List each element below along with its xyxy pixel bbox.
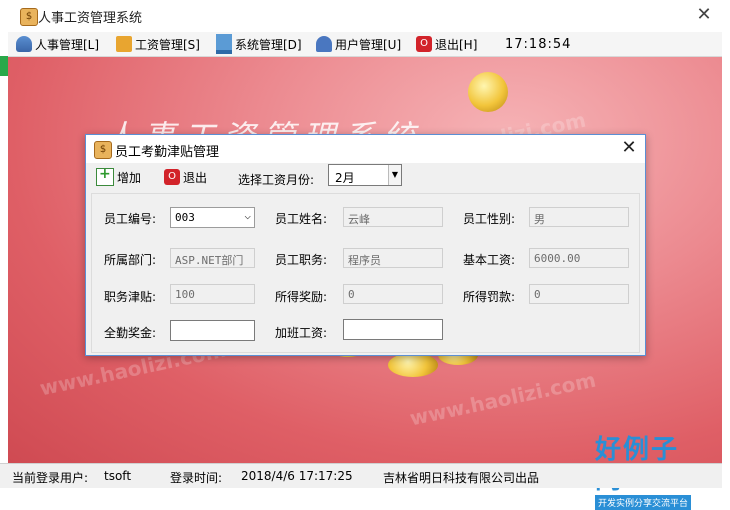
menu-personnel-label: 人事管理[L]: [35, 37, 100, 52]
exit-icon: O: [416, 36, 432, 52]
attendance-allowance-dialog: $ 员工考勤津贴管理 ✕ 增加 O 退出 选择工资月份: 2月 ▼ 员工编号: …: [85, 134, 646, 356]
dropdown-arrow-icon[interactable]: ▼: [388, 165, 401, 185]
status-company: 吉林省明日科技有限公司出品: [383, 471, 540, 485]
month-label: 选择工资月份:: [238, 173, 315, 187]
emp-no-label: 员工编号:: [104, 212, 157, 226]
overtime-input[interactable]: [343, 319, 443, 340]
menu-exit-label: 退出[H]: [435, 37, 478, 52]
right-window-edge: [722, 0, 730, 495]
menu-salary[interactable]: 工资管理[S]: [116, 35, 200, 53]
employee-info-panel: 员工编号: 003 ⌵ 员工姓名: 云峰 员工性别: 男 所属部门: ASP.N…: [91, 193, 640, 353]
exit-icon: O: [164, 169, 180, 185]
dialog-title-bar: $ 员工考勤津贴管理 ✕: [86, 135, 645, 163]
main-title-bar: $ 人事工资管理系统 ✕: [8, 0, 722, 33]
name-label: 员工姓名:: [275, 212, 328, 226]
app-title: 人事工资管理系统: [38, 11, 143, 26]
add-icon: [96, 166, 114, 186]
personnel-icon: [16, 36, 32, 52]
menu-exit[interactable]: O 退出[H]: [416, 35, 477, 53]
add-button[interactable]: 增加: [96, 166, 142, 187]
attendance-bonus-label: 全勤奖金:: [104, 326, 157, 340]
overtime-label: 加班工资:: [275, 326, 328, 340]
add-button-label: 增加: [117, 170, 142, 185]
position-field[interactable]: 程序员: [343, 248, 443, 268]
dept-label: 所属部门:: [104, 253, 157, 267]
system-icon: [216, 34, 232, 54]
dialog-app-icon: $: [94, 141, 112, 159]
dept-field[interactable]: ASP.NET部门: [170, 248, 255, 268]
menu-bar: 人事管理[L] 工资管理[S] 系统管理[D] 用户管理[U] O 退出[H] …: [8, 32, 722, 57]
status-user-value: tsoft: [104, 469, 132, 483]
position-label: 员工职务:: [275, 253, 328, 267]
bonus-field[interactable]: 0: [343, 284, 443, 304]
menu-system[interactable]: 系统管理[D]: [216, 34, 302, 54]
month-select-value: 2月: [335, 171, 355, 185]
gender-field[interactable]: 男: [529, 207, 629, 227]
exit-button-label: 退出: [183, 170, 208, 185]
emp-no-value: 003: [175, 211, 195, 224]
menu-salary-label: 工资管理[S]: [135, 37, 200, 52]
allowance-field[interactable]: 100: [170, 284, 255, 304]
user-icon: [316, 36, 332, 52]
coin-decoration: [468, 72, 508, 112]
chevron-down-icon: ⌵: [244, 209, 251, 222]
exit-button[interactable]: O 退出: [164, 167, 207, 187]
penalty-field[interactable]: 0: [529, 284, 629, 304]
emp-no-select[interactable]: 003 ⌵: [170, 207, 255, 228]
clock: 17:18:54: [505, 37, 572, 52]
base-salary-field[interactable]: 6000.00: [529, 248, 629, 268]
month-select[interactable]: 2月 ▼: [328, 164, 402, 186]
left-green-marker: [0, 56, 8, 76]
menu-user-label: 用户管理[U]: [335, 37, 402, 52]
status-user-label: 当前登录用户:: [12, 471, 89, 485]
menu-personnel[interactable]: 人事管理[L]: [16, 35, 99, 53]
gender-label: 员工性别:: [463, 212, 516, 226]
main-close-button[interactable]: ✕: [692, 4, 716, 26]
menu-system-label: 系统管理[D]: [235, 37, 302, 52]
status-time-label: 登录时间:: [170, 471, 223, 485]
app-icon: $: [20, 8, 38, 26]
allowance-label: 职务津贴:: [104, 290, 157, 304]
status-time-value: 2018/4/6 17:17:25: [241, 469, 353, 483]
status-bar: 当前登录用户: tsoft 登录时间: 2018/4/6 17:17:25 吉林…: [0, 463, 722, 488]
dialog-title: 员工考勤津贴管理: [115, 145, 220, 160]
bonus-label: 所得奖励:: [275, 290, 328, 304]
dialog-close-button[interactable]: ✕: [617, 137, 641, 159]
name-field[interactable]: 云峰: [343, 207, 443, 227]
watermark: www.haolizi.com: [407, 367, 598, 431]
menu-user[interactable]: 用户管理[U]: [316, 35, 401, 53]
logo-tagline: 开发实例分享交流平台: [595, 495, 692, 510]
base-salary-label: 基本工资:: [463, 253, 516, 267]
attendance-bonus-input[interactable]: [170, 320, 255, 341]
salary-icon: [116, 36, 132, 52]
penalty-label: 所得罚款:: [463, 290, 516, 304]
coin-decoration: [388, 353, 438, 377]
